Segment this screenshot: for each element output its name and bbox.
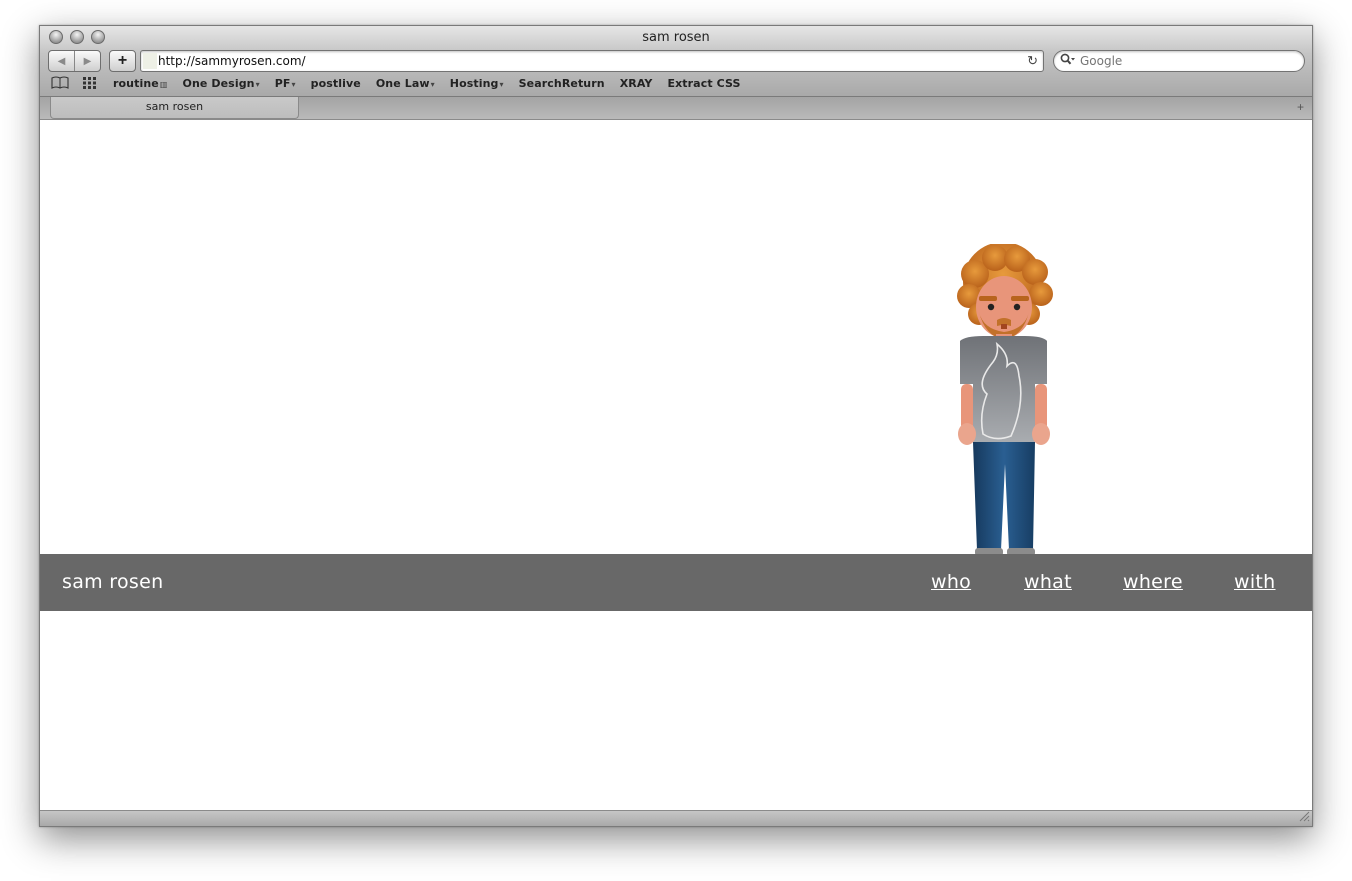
search-icon[interactable] (1060, 53, 1076, 70)
bookmark-searchreturn[interactable]: SearchReturn (519, 77, 605, 90)
page-content: sam rosen who what where with (40, 120, 1312, 810)
search-box[interactable] (1053, 50, 1305, 72)
address-bar[interactable]: http://sammyrosen.com/ ↻ (140, 50, 1044, 72)
grip-lines-icon (1299, 811, 1310, 822)
resize-grip-icon[interactable] (1298, 810, 1310, 825)
site-name[interactable]: sam rosen (62, 571, 163, 593)
bookmark-routine[interactable]: routine▥ (113, 77, 168, 90)
bookmarks-book-icon[interactable] (51, 76, 69, 93)
bookmark-pf[interactable]: PF▾ (275, 77, 296, 90)
tab-bar: sam rosen + (40, 97, 1312, 120)
top-sites-grid-icon[interactable] (82, 76, 98, 93)
bookmark-one-design[interactable]: One Design▾ (183, 77, 260, 90)
bookmark-hosting[interactable]: Hosting▾ (450, 77, 504, 90)
url-text[interactable]: http://sammyrosen.com/ (158, 54, 306, 68)
bookmark-extract-css[interactable]: Extract CSS (667, 77, 740, 90)
favicon (143, 53, 157, 69)
bookmark-xray[interactable]: XRAY (620, 77, 653, 90)
search-input[interactable] (1080, 54, 1290, 68)
tab-sam-rosen[interactable]: sam rosen (50, 97, 299, 119)
new-tab-icon[interactable]: + (1297, 100, 1304, 114)
browser-window: sam rosen ◀ ▶ + http://sammyrosen.com/ ↻ (39, 25, 1313, 827)
forward-button[interactable]: ▶ (75, 51, 100, 71)
title-bar: sam rosen ◀ ▶ + http://sammyrosen.com/ ↻ (40, 26, 1312, 97)
avatar-illustration (885, 244, 1125, 564)
bookmark-one-law[interactable]: One Law▾ (376, 77, 435, 90)
window-title: sam rosen (642, 30, 710, 45)
status-bar (40, 810, 1312, 826)
nav-link-with[interactable]: with (1234, 571, 1276, 593)
nav-link-who[interactable]: who (931, 571, 971, 593)
bookmark-postlive[interactable]: postlive (311, 77, 361, 90)
back-button[interactable]: ◀ (49, 51, 75, 71)
bookmark-items: routine▥ One Design▾ PF▾ postlive One La… (113, 77, 756, 90)
bookmarks-bar: routine▥ One Design▾ PF▾ postlive One La… (40, 76, 1312, 94)
history-buttons: ◀ ▶ (48, 50, 101, 72)
magnifier-icon (1060, 53, 1075, 65)
add-bookmark-button[interactable]: + (109, 50, 136, 72)
nav-link-where[interactable]: where (1123, 571, 1183, 593)
grid-icon (83, 77, 96, 89)
open-book-icon (51, 76, 69, 89)
nav-link-what[interactable]: what (1024, 571, 1072, 593)
site-nav-band: sam rosen who what where with (40, 554, 1312, 611)
reload-icon[interactable]: ↻ (1027, 53, 1038, 69)
